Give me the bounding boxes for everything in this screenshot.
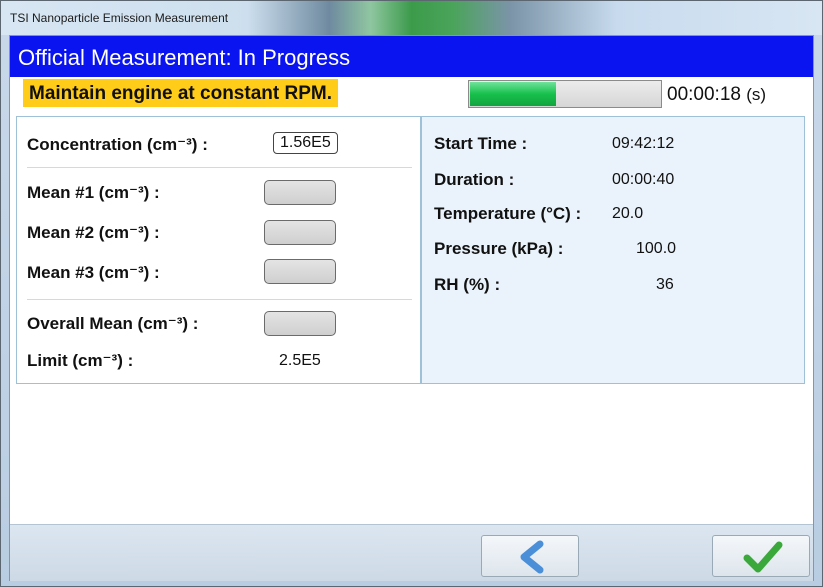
back-button[interactable] xyxy=(481,535,579,577)
divider xyxy=(27,167,412,168)
duration-label: Duration : xyxy=(434,170,515,189)
limit-value: 2.5E5 xyxy=(279,352,321,369)
duration-value: 00:00:40 xyxy=(612,171,675,188)
measurement-progress-bar xyxy=(468,80,662,108)
mean-2-label: Mean #2 (cm⁻³) : xyxy=(27,223,160,242)
window-title: TSI Nanoparticle Emission Measurement xyxy=(10,11,229,25)
start-time-value: 09:42:12 xyxy=(612,135,675,152)
temperature-value: 20.0 xyxy=(612,205,644,222)
elapsed-unit: (s) xyxy=(746,85,767,104)
start-time-label: Start Time : xyxy=(434,134,528,153)
test-conditions-panel: Start Time : 09:42:12 Duration : 00:00:4… xyxy=(421,116,805,384)
instruction-banner: Maintain engine at constant RPM. xyxy=(23,79,338,107)
mean-3-value xyxy=(264,259,336,284)
concentration-value: 1.56E5 xyxy=(273,132,338,154)
mean-2-value xyxy=(264,220,336,245)
overall-mean-value xyxy=(264,311,336,336)
mean-1-value xyxy=(264,180,336,205)
main-content: Official Measurement: In Progress Mainta… xyxy=(9,35,814,581)
mean-3-label: Mean #3 (cm⁻³) : xyxy=(27,263,160,282)
app-window: TSI Nanoparticle Emission Measurement Of… xyxy=(0,0,823,587)
confirm-button[interactable] xyxy=(712,535,810,577)
concentration-label: Concentration (cm⁻³) : xyxy=(27,135,208,154)
footer-bar xyxy=(10,524,813,581)
mean-1-label: Mean #1 (cm⁻³) : xyxy=(27,183,160,202)
title-bar: TSI Nanoparticle Emission Measurement xyxy=(1,1,822,35)
checkmark-icon xyxy=(743,541,783,573)
temperature-label: Temperature (°C) : xyxy=(434,204,582,223)
limit-label: Limit (cm⁻³) : xyxy=(27,351,134,370)
overall-mean-label: Overall Mean (cm⁻³) : xyxy=(27,314,199,333)
rh-label: RH (%) : xyxy=(434,275,501,294)
pressure-label: Pressure (kPa) : xyxy=(434,239,564,258)
pressure-value: 100.0 xyxy=(636,240,677,257)
measurement-values-panel: Concentration (cm⁻³) : 1.56E5 Mean #1 (c… xyxy=(16,116,421,384)
elapsed-timer: 00:00:18 (s) xyxy=(667,84,766,106)
progress-fill xyxy=(470,82,556,106)
elapsed-time: 00:00:18 xyxy=(667,84,741,105)
measurement-status-header: Official Measurement: In Progress xyxy=(10,36,813,77)
rh-value: 36 xyxy=(656,276,674,293)
divider xyxy=(27,299,412,300)
chevron-left-icon xyxy=(520,540,544,574)
